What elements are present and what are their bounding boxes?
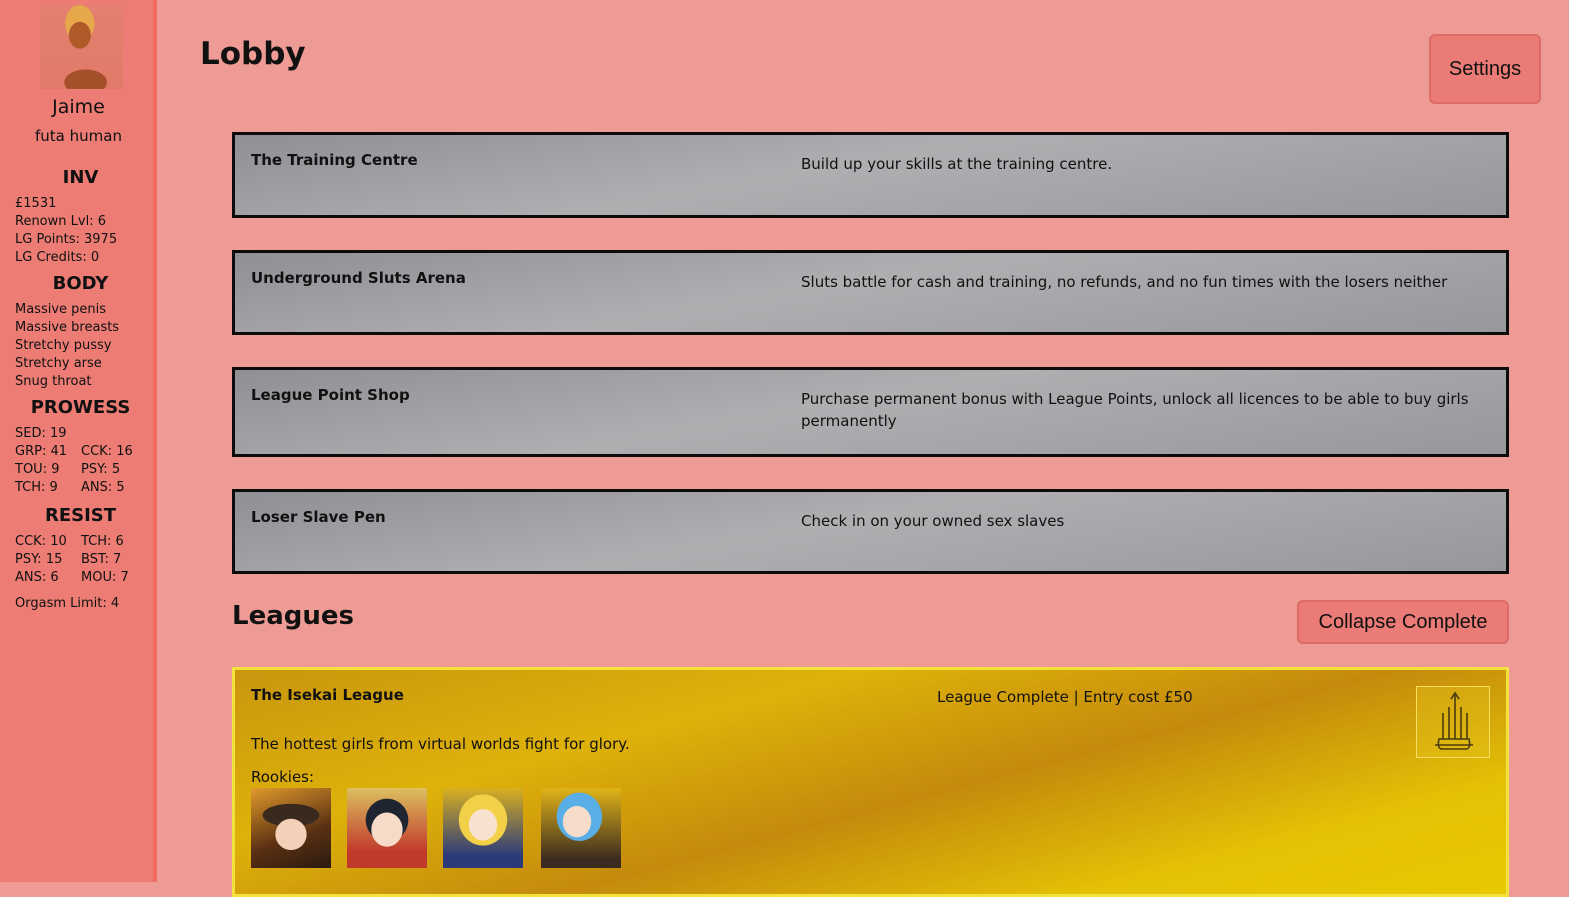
body-trait: Stretchy pussy bbox=[15, 338, 112, 353]
location-loser-slave-pen[interactable]: Loser Slave Pen Check in on your owned s… bbox=[232, 489, 1509, 574]
location-underground-arena[interactable]: Underground Sluts Arena Sluts battle for… bbox=[232, 250, 1509, 335]
prowess-psy: PSY: 5 bbox=[81, 462, 121, 477]
orgasm-limit-stat: Orgasm Limit: 4 bbox=[15, 596, 120, 611]
rookies-label: Rookies: bbox=[251, 768, 315, 786]
prowess-cck: CCK: 16 bbox=[81, 444, 133, 459]
trophy-icon-svg bbox=[1435, 691, 1473, 750]
location-name: The Training Centre bbox=[251, 151, 418, 169]
location-league-point-shop[interactable]: League Point Shop Purchase permanent bon… bbox=[232, 367, 1509, 457]
body-trait: Stretchy arse bbox=[15, 356, 102, 371]
renown-stat: Renown Lvl: 6 bbox=[15, 214, 106, 229]
character-name: Jaime bbox=[52, 96, 105, 118]
league-name: The Isekai League bbox=[251, 686, 404, 704]
resist-psy: PSY: 15 bbox=[15, 552, 63, 567]
prowess-ans: ANS: 5 bbox=[81, 480, 125, 495]
location-name: League Point Shop bbox=[251, 386, 410, 404]
body-trait: Snug throat bbox=[15, 374, 92, 389]
character-description: futa human bbox=[35, 127, 122, 145]
settings-button[interactable]: Settings bbox=[1429, 34, 1541, 104]
resist-tch: TCH: 6 bbox=[81, 534, 124, 549]
location-description: Purchase permanent bonus with League Poi… bbox=[801, 390, 1469, 430]
leagues-heading: Leagues bbox=[232, 601, 354, 631]
location-description: Check in on your owned sex slaves bbox=[801, 512, 1065, 530]
money-stat: £1531 bbox=[15, 196, 57, 211]
collapse-complete-button[interactable]: Collapse Complete bbox=[1297, 600, 1509, 644]
prowess-tou: TOU: 9 bbox=[15, 462, 60, 477]
rookie-portrait[interactable] bbox=[541, 788, 621, 868]
prowess-grp: GRP: 41 bbox=[15, 444, 67, 459]
rookie-portrait[interactable] bbox=[251, 788, 331, 868]
league-status: League Complete | Entry cost £50 bbox=[937, 688, 1193, 706]
resist-mou: MOU: 7 bbox=[81, 570, 129, 585]
body-trait: Massive breasts bbox=[15, 320, 120, 335]
trophy-icon bbox=[1416, 686, 1490, 758]
prowess-sed: SED: 19 bbox=[15, 426, 67, 441]
location-description: Sluts battle for cash and training, no r… bbox=[801, 273, 1448, 291]
inv-heading: INV bbox=[62, 167, 99, 188]
resist-ans: ANS: 6 bbox=[15, 570, 59, 585]
resist-cck: CCK: 10 bbox=[15, 534, 67, 549]
prowess-heading: PROWESS bbox=[30, 397, 131, 418]
character-avatar[interactable] bbox=[40, 5, 123, 89]
rookie-portrait[interactable] bbox=[347, 788, 427, 868]
location-name: Underground Sluts Arena bbox=[251, 269, 466, 287]
character-sidebar: Jaime futa human INV £1531 Renown Lvl: 6… bbox=[0, 0, 157, 882]
location-name: Loser Slave Pen bbox=[251, 508, 386, 526]
location-description: Build up your skills at the training cen… bbox=[801, 155, 1113, 173]
location-training-centre[interactable]: The Training Centre Build up your skills… bbox=[232, 132, 1509, 218]
lg-credits-stat: LG Credits: 0 bbox=[15, 250, 100, 265]
league-description: The hottest girls from virtual worlds fi… bbox=[251, 735, 630, 753]
body-heading: BODY bbox=[52, 273, 109, 294]
page-title: Lobby bbox=[200, 36, 306, 72]
resist-bst: BST: 7 bbox=[81, 552, 122, 567]
league-card-isekai[interactable]: The Isekai League League Complete | Entr… bbox=[232, 667, 1509, 897]
body-trait: Massive penis bbox=[15, 302, 107, 317]
resist-heading: RESIST bbox=[44, 505, 117, 526]
lg-points-stat: LG Points: 3975 bbox=[15, 232, 118, 247]
prowess-tch: TCH: 9 bbox=[15, 480, 58, 495]
rookie-portrait[interactable] bbox=[443, 788, 523, 868]
